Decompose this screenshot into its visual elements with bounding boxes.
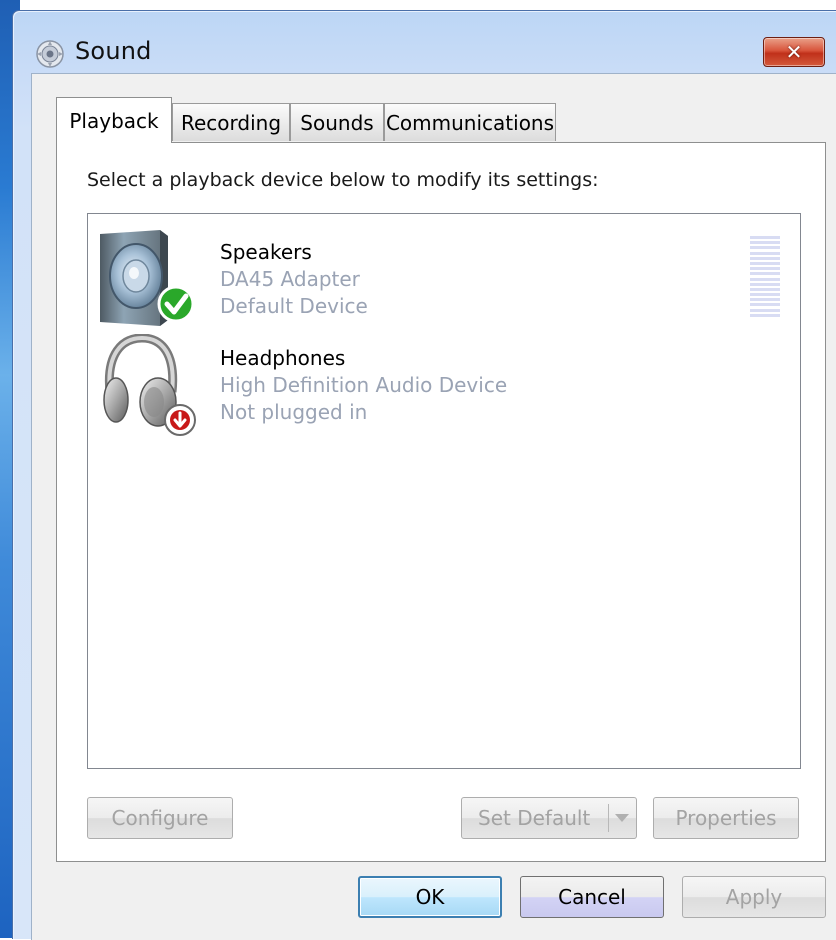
volume-level-meter bbox=[750, 236, 780, 318]
split-separator bbox=[608, 804, 609, 832]
playback-panel: Select a playback device below to modify… bbox=[56, 142, 826, 862]
tab-playback[interactable]: Playback bbox=[56, 97, 172, 143]
set-default-label: Set Default bbox=[478, 806, 591, 830]
sound-dialog: Sound ✕ Playback Recording Sounds Commun… bbox=[12, 10, 836, 940]
device-adapter: DA45 Adapter bbox=[220, 267, 360, 291]
configure-button[interactable]: Configure bbox=[87, 797, 233, 839]
speaker-icon bbox=[100, 230, 195, 326]
cancel-button[interactable]: Cancel bbox=[520, 876, 664, 918]
tab-communications[interactable]: Communications bbox=[384, 103, 556, 141]
title-bar[interactable]: Sound ✕ bbox=[13, 11, 836, 73]
device-adapter: High Definition Audio Device bbox=[220, 373, 508, 397]
speaker-icon bbox=[36, 40, 64, 68]
properties-button[interactable]: Properties bbox=[653, 797, 799, 839]
headphones-icon bbox=[103, 334, 196, 436]
list-item-headphones[interactable]: Headphones High Definition Audio Device … bbox=[90, 328, 796, 436]
device-status: Default Device bbox=[220, 294, 368, 318]
close-icon: ✕ bbox=[785, 40, 803, 64]
close-button[interactable]: ✕ bbox=[763, 37, 825, 67]
device-name: Headphones bbox=[220, 346, 346, 370]
set-default-button[interactable]: Set Default bbox=[461, 797, 637, 839]
device-name: Speakers bbox=[220, 240, 312, 264]
window-title: Sound bbox=[75, 37, 152, 65]
tab-recording[interactable]: Recording bbox=[172, 103, 290, 141]
chevron-down-icon[interactable] bbox=[615, 814, 629, 822]
tab-sounds[interactable]: Sounds bbox=[290, 103, 384, 141]
device-list[interactable]: Speakers DA45 Adapter Default Device Hea… bbox=[87, 213, 801, 769]
list-item-speakers[interactable]: Speakers DA45 Adapter Default Device bbox=[90, 222, 796, 326]
dialog-client-area: Playback Recording Sounds Communications… bbox=[31, 73, 836, 940]
device-status: Not plugged in bbox=[220, 400, 368, 424]
ok-button[interactable]: OK bbox=[358, 876, 502, 918]
instruction-text: Select a playback device below to modify… bbox=[87, 169, 599, 191]
apply-button[interactable]: Apply bbox=[682, 876, 826, 918]
